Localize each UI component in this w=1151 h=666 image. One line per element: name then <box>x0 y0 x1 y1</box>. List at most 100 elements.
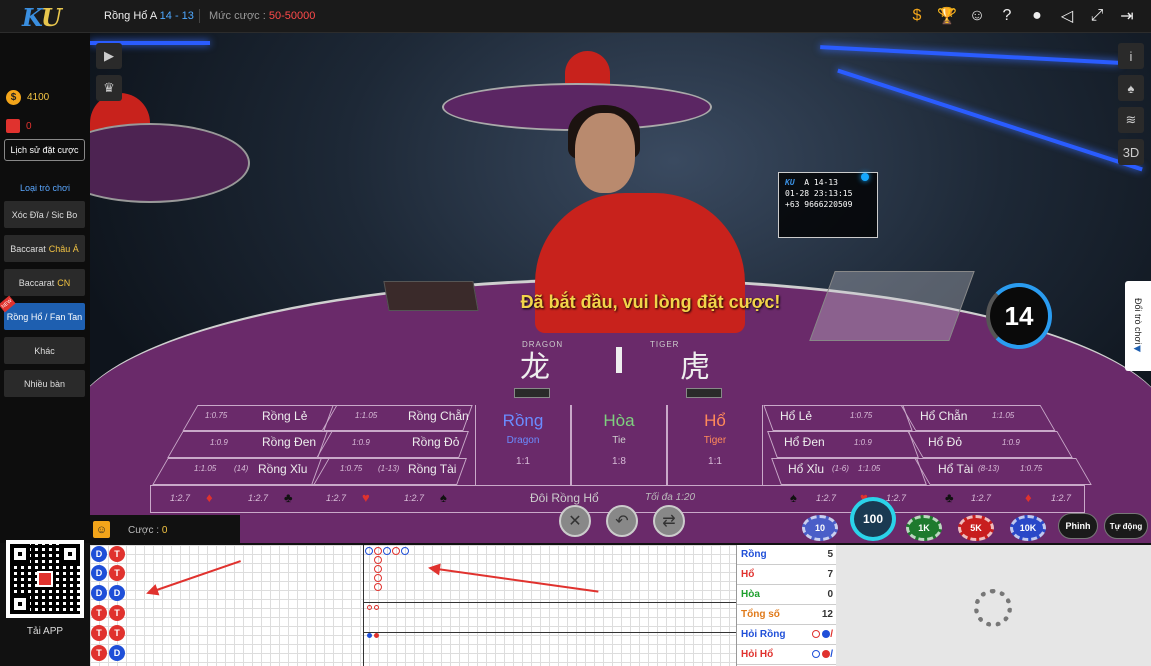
countdown-timer: 14 <box>986 283 1052 349</box>
bet-label: Hổ Đỏ <box>928 435 963 449</box>
chip-10k[interactable]: 10K <box>1010 515 1046 541</box>
divider <box>363 632 736 633</box>
sidebar-item-multi-table[interactable]: Nhiều bàn <box>4 370 85 397</box>
sidebar: $ 4100 0 Lịch sử đặt cược Loại trò chơi … <box>0 33 90 543</box>
bead-tiger: T <box>109 565 125 581</box>
balance-value: 4100 <box>27 92 50 103</box>
odds: 1:0.9 <box>1002 438 1020 447</box>
undo-icon[interactable]: ↶ <box>606 505 638 537</box>
pair-max-odds: Tối đa 1:20 <box>645 492 696 503</box>
odds: 1:1.05 <box>858 464 881 473</box>
cockroach-road-mark <box>374 633 379 638</box>
gift-count[interactable]: 0 <box>6 119 32 133</box>
cancel-icon[interactable]: ✕ <box>559 505 591 537</box>
sidebar-item-dragon-tiger[interactable]: NEW Rồng Hổ / Fan Tan <box>0 295 85 330</box>
bet-tiger[interactable]: Hổ Tiger 1:1 <box>667 405 763 485</box>
bet-label: Rồng Đen <box>262 435 317 449</box>
ask-tiger-button[interactable]: Hỏi Hổ / <box>737 645 837 665</box>
info-icon[interactable]: i <box>1118 43 1144 69</box>
help-icon[interactable]: ? <box>995 5 1019 27</box>
ask-dragon-button[interactable]: Hỏi Rồng / <box>737 625 837 645</box>
card-slot-dragon <box>514 388 550 398</box>
live-indicator <box>861 173 869 181</box>
sidebar-item-baccarat-cn[interactable]: Baccarat CN <box>4 269 85 296</box>
sidebar-item-xocdia[interactable]: Xóc Đĩa / Sic Bo <box>4 201 85 228</box>
bead-dragon: D <box>109 645 125 661</box>
divider <box>616 347 622 373</box>
chip-10[interactable]: 10 <box>802 515 838 541</box>
bet-label: Hổ Chẵn <box>920 409 968 423</box>
user-icon[interactable]: ☺ <box>93 521 110 538</box>
3d-icon[interactable]: 3D <box>1118 139 1144 165</box>
sound-icon[interactable]: ◁ <box>1055 5 1079 27</box>
annotation-arrow <box>429 567 599 593</box>
chip-1k[interactable]: 1K <box>906 515 942 541</box>
chip-5k[interactable]: 5K <box>958 515 994 541</box>
ku-logo[interactable]: KU <box>22 3 62 32</box>
bead-tiger: T <box>109 625 125 641</box>
crown-icon[interactable]: ♛ <box>96 75 122 101</box>
sidebar-item-other[interactable]: Khác <box>4 337 85 364</box>
table-number: 14 - 13 <box>159 10 194 22</box>
bet-label: Hổ Đen <box>784 435 825 449</box>
bet-label: Hổ Xỉu <box>788 462 825 476</box>
gift-icon <box>6 119 20 133</box>
coin-icon[interactable]: $ <box>905 5 929 27</box>
divider <box>199 9 200 23</box>
bead-dragon: D <box>91 585 107 601</box>
sidebar-item-baccarat-asia[interactable]: Baccarat Châu Á <box>4 235 85 262</box>
support-24-icon[interactable]: ● <box>1025 5 1049 27</box>
odds: 1:1.05 <box>355 411 378 420</box>
switch-game-tab[interactable]: Đổi trò chơi ◀ <box>1125 281 1151 371</box>
bet-history-button[interactable]: Lịch sử đặt cược <box>4 139 85 161</box>
chip-100[interactable]: 100 <box>850 497 896 541</box>
coin-icon: $ <box>6 90 21 105</box>
odds: 1:0.75 <box>340 464 363 473</box>
odds: 1:0.9 <box>210 438 228 447</box>
bead-tiger: T <box>91 645 107 661</box>
auto-button[interactable]: Tự động <box>1104 513 1148 539</box>
bet-dragon[interactable]: Rồng Dragon 1:1 <box>475 405 571 485</box>
dragon-char: 龙 <box>520 350 550 385</box>
bet-limit-value: 50-50000 <box>268 10 316 22</box>
download-app-label[interactable]: Tải APP <box>0 626 90 637</box>
new-badge: NEW <box>0 295 16 313</box>
trophy-icon[interactable]: 🏆 <box>935 5 959 27</box>
range: (14) <box>234 464 249 473</box>
small-road-mark <box>367 605 372 610</box>
bet-amount: 0 <box>161 525 168 536</box>
game-type-heading: Loại trò chơi <box>20 183 70 193</box>
odds: 1:0.75 <box>1020 464 1043 473</box>
fullscreen-icon[interactable]: ⤢ <box>1085 5 1109 27</box>
odds: 1:0.75 <box>205 411 228 420</box>
odds: 1:1.05 <box>194 464 217 473</box>
bet-label: Rồng Xỉu <box>258 462 308 476</box>
qr-code[interactable] <box>6 540 84 618</box>
annotation-arrow <box>147 560 241 594</box>
pair-dragon-tiger[interactable]: Đôi Rồng Hổ <box>530 491 599 505</box>
camera-icon[interactable]: ▶ <box>96 43 122 69</box>
stat-tie: Hòa 0 <box>737 585 837 605</box>
bet-limit-label: Mức cược : <box>209 10 266 22</box>
stat-total: Tổng số 12 <box>737 605 837 625</box>
big-road-tiger <box>374 556 382 564</box>
table-name: Rồng Hổ A <box>104 10 157 22</box>
small-road-mark <box>374 605 379 610</box>
chip-button[interactable]: Phỉnh <box>1058 513 1098 539</box>
repeat-icon[interactable]: ⇄ <box>653 505 685 537</box>
exit-icon[interactable]: ⇥ <box>1115 5 1139 27</box>
bet-label: Rồng Đỏ <box>412 435 460 449</box>
bet-board: 1:0.75 Rồng Lẻ 1:0.9 Rồng Đen 1:1.05 (14… <box>90 405 1151 515</box>
stats-panel: Rồng 5 Hổ 7 Hòa 0 Tổng số 12 Hỏi Rồng / Hỏi H… <box>736 545 837 666</box>
bet-label: Hổ Tài <box>938 462 974 476</box>
odds: 1:1.05 <box>992 411 1015 420</box>
bead-tiger: T <box>109 605 125 621</box>
big-road-tiger <box>374 565 382 573</box>
wifi-icon[interactable]: ≋ <box>1118 107 1144 133</box>
big-road-tiger <box>392 547 400 555</box>
spade-icon[interactable]: ♠ <box>1118 75 1144 101</box>
user-add-icon[interactable]: ☺ <box>965 5 989 27</box>
bet-tie[interactable]: Hòa Tie 1:8 <box>571 405 667 485</box>
neon-light <box>820 45 1120 65</box>
big-road-tiger <box>374 574 382 582</box>
